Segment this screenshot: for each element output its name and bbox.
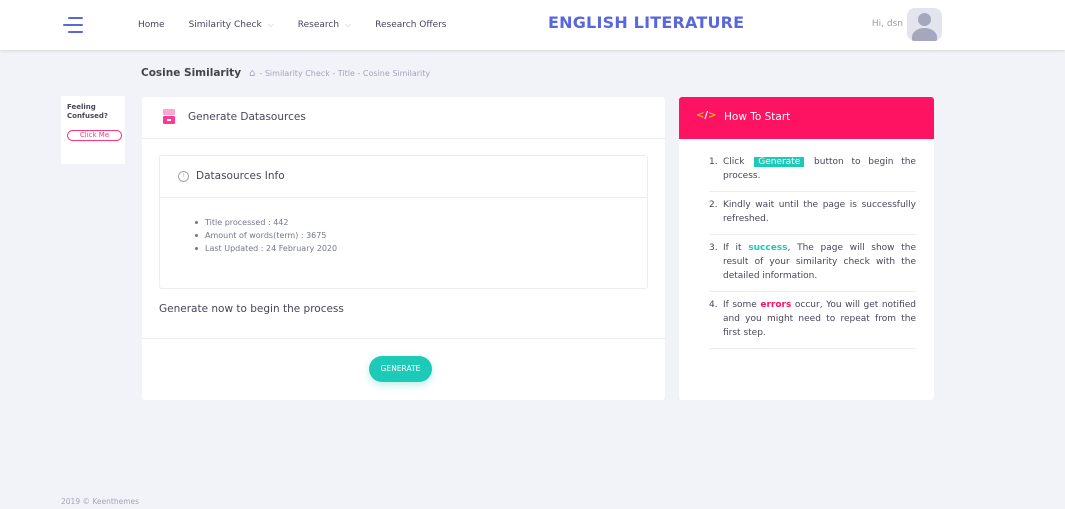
step-item: 3. If it success, The page will show the…: [709, 235, 916, 292]
list-item: Title processed : 442: [195, 216, 337, 229]
nav-research-offers[interactable]: Research Offers: [375, 20, 446, 30]
nav-research[interactable]: Research ⌵: [298, 20, 351, 30]
info-list: Title processed : 442 Amount of words(te…: [195, 216, 337, 255]
click-me-button[interactable]: Click Me: [67, 130, 122, 141]
datasources-info-panel: i Datasources Info Title processed : 442…: [159, 155, 648, 289]
nav-home-label: Home: [138, 20, 165, 30]
main-nav: Home Similarity Check ⌵ Research ⌵ Resea…: [138, 0, 471, 50]
nav-research-label: Research: [297, 20, 340, 30]
subheader: Cosine Similarity ⌂ - Similarity Check -…: [141, 67, 430, 79]
avatar-icon[interactable]: [907, 8, 942, 41]
page-title: Cosine Similarity: [141, 67, 242, 79]
nav-similarity-check[interactable]: Similarity Check ⌵: [189, 20, 274, 30]
user-greeting: Hi, dsn: [871, 19, 903, 29]
generate-button[interactable]: GENERATE: [369, 356, 432, 382]
how-to-start-card: </> How To Start 1. Click Generate butto…: [679, 97, 934, 400]
how-to-title: How To Start: [724, 111, 791, 123]
menu-icon[interactable]: [63, 17, 83, 33]
nav-research-offers-label: Research Offers: [375, 20, 447, 30]
top-header: Home Similarity Check ⌵ Research ⌵ Resea…: [0, 0, 1065, 50]
datasource-icon: [163, 109, 175, 125]
info-header: i Datasources Info: [160, 156, 647, 198]
breadcrumb: - Similarity Check - Title - Cosine Simi…: [259, 68, 431, 78]
nav-home[interactable]: Home: [138, 20, 165, 30]
home-icon[interactable]: ⌂: [249, 68, 255, 79]
info-title: Datasources Info: [196, 170, 285, 182]
list-item: Amount of words(term) : 3675: [195, 229, 337, 242]
help-widget: Feeling Confused? Click Me: [61, 96, 125, 164]
generate-tag: Generate: [754, 157, 805, 167]
divider: [142, 338, 665, 339]
chevron-down-icon: ⌵: [267, 20, 274, 29]
how-to-header: </> How To Start: [679, 97, 934, 139]
generate-datasources-card: Generate Datasources i Datasources Info …: [142, 97, 665, 400]
app-title: ENGLISH LITERATURE: [548, 13, 745, 32]
code-icon: </>: [696, 110, 717, 121]
footer-text: 2019 © Keenthemes: [61, 497, 140, 506]
step-item: 1. Click Generate button to begin the pr…: [709, 149, 916, 192]
card-header: Generate Datasources: [142, 97, 665, 139]
steps-list: 1. Click Generate button to begin the pr…: [709, 149, 916, 349]
generate-prompt: Generate now to begin the process: [159, 303, 344, 315]
info-icon: i: [178, 171, 189, 182]
help-text: Feeling Confused?: [67, 103, 108, 120]
nav-similarity-check-label: Similarity Check: [188, 20, 262, 30]
card-title: Generate Datasources: [188, 111, 306, 123]
step-item: 2. Kindly wait until the page is success…: [709, 192, 916, 235]
list-item: Last Updated : 24 February 2020: [195, 242, 337, 255]
step-item: 4. If some errors occur, You will get no…: [709, 292, 916, 349]
chevron-down-icon: ⌵: [345, 20, 352, 29]
